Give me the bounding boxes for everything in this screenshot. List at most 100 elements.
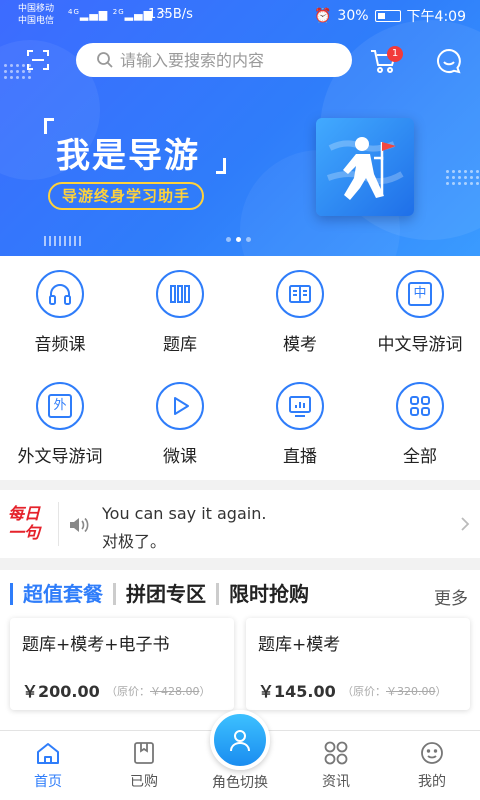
original-price-value: ￥320.00 — [386, 685, 436, 698]
pager-dot — [246, 237, 251, 242]
tab-flash-sale[interactable]: 限时抢购 — [216, 583, 319, 605]
status-time: 下午4:09 — [406, 9, 466, 25]
search-icon — [97, 52, 113, 68]
category-label: 直播 — [283, 447, 317, 467]
original-price-value: ￥428.00 — [150, 685, 200, 698]
category-mock-exam[interactable]: 模考 — [240, 256, 360, 368]
app-screen: 中国移动 中国电信 4G▂▄▆ 2G▂▄▆ ◠ 135B/s ⏰ 30% 下午4… — [0, 0, 480, 800]
home-icon — [37, 743, 59, 764]
network-type-2: 2G — [112, 8, 125, 16]
message-icon[interactable] — [436, 48, 462, 74]
nav-news[interactable]: 资讯 — [288, 741, 384, 791]
title-bracket — [216, 158, 226, 174]
top-bar: 1 — [0, 40, 480, 80]
search-input[interactable] — [120, 50, 340, 70]
daily-logo-line-1: 每日 — [8, 504, 41, 523]
banner-subtitle: 导游终身学习助手 — [48, 182, 205, 210]
category-live[interactable]: 直播 — [240, 368, 360, 480]
daily-sentence-chinese: 对极了。 — [102, 532, 167, 551]
package-title: 题库+模考 — [258, 635, 341, 655]
package-price: ￥200.00 — [22, 682, 100, 701]
carrier-1: 中国移动 — [18, 4, 55, 14]
package-card[interactable]: 题库+模考+电子书 ￥200.00 （原价：￥428.00） — [10, 618, 234, 710]
tab-value-package[interactable]: 超值套餐 — [10, 583, 113, 605]
chinese-char-glyph: 中 — [408, 282, 432, 306]
nav-purchased[interactable]: 已购 — [96, 741, 192, 791]
category-question-bank[interactable]: 题库 — [120, 256, 240, 368]
open-book-icon — [276, 270, 324, 318]
speaker-icon[interactable] — [68, 516, 90, 534]
category-all[interactable]: 全部 — [360, 368, 480, 480]
role-switch-label[interactable]: 角色切换 — [200, 772, 280, 792]
category-foreign-guide[interactable]: 外 外文导游词 — [0, 368, 120, 480]
category-label: 全部 — [403, 447, 437, 467]
package-original-price: （原价：￥428.00） — [106, 683, 211, 699]
pager-dot — [226, 237, 231, 242]
package-title: 题库+模考+电子书 — [22, 635, 170, 655]
promo-tabs: 超值套餐 拼团专区 限时抢购 — [10, 582, 319, 606]
alarm-icon: ⏰ — [313, 8, 332, 24]
banner-title: 我是导游 — [56, 136, 200, 176]
foreign-char-icon: 外 — [36, 382, 84, 430]
search-bar[interactable] — [76, 43, 352, 77]
hero-banner[interactable]: 中国移动 中国电信 4G▂▄▆ 2G▂▄▆ ◠ 135B/s ⏰ 30% 下午4… — [0, 0, 480, 256]
package-original-price: （原价：￥320.00） — [342, 683, 447, 699]
category-label: 微课 — [163, 447, 197, 467]
daily-sentence-english: You can say it again. — [102, 504, 267, 523]
nav-label: 首页 — [34, 774, 62, 790]
battery-percent: 30% — [337, 8, 369, 24]
category-label: 模考 — [283, 335, 317, 355]
carrier-2: 中国电信 — [18, 16, 55, 26]
pager-dot-active — [236, 237, 241, 242]
decor-stripes — [44, 236, 84, 246]
daily-sentence-logo: 每日 一句 — [8, 504, 52, 544]
news-icon — [324, 741, 348, 765]
daily-sentence-card[interactable]: 每日 一句 You can say it again. 对极了。 — [0, 490, 480, 558]
play-icon — [156, 382, 204, 430]
nav-home[interactable]: 首页 — [0, 741, 96, 791]
person-icon — [230, 730, 250, 752]
category-label: 外文导游词 — [17, 447, 103, 467]
more-link[interactable]: 更多 — [434, 584, 468, 609]
category-label: 音频课 — [34, 335, 86, 355]
chevron-right-icon — [461, 517, 470, 531]
carrier-info: 中国移动 中国电信 — [18, 3, 54, 27]
status-bar: 中国移动 中国电信 4G▂▄▆ 2G▂▄▆ ◠ 135B/s ⏰ 30% 下午4… — [0, 0, 480, 32]
walking-guide-icon — [326, 137, 404, 200]
package-card[interactable]: 题库+模考 ￥145.00 （原价：￥320.00） — [246, 618, 470, 710]
decor-dots — [446, 170, 479, 185]
role-switch-button[interactable] — [210, 710, 270, 770]
category-label: 中文导游词 — [377, 335, 463, 355]
nav-profile[interactable]: 我的 — [384, 741, 480, 791]
status-right: ⏰ 30% 下午4:09 — [314, 6, 466, 26]
original-price-label: （原价： — [342, 685, 386, 698]
category-audio-course[interactable]: 音频课 — [0, 256, 120, 368]
foreign-char-glyph: 外 — [48, 394, 72, 418]
banner-pager — [226, 237, 251, 242]
grid-icon — [396, 382, 444, 430]
category-grid: 音频课 题库 模考 中 中文导游词 外 外文导游词 微课 直播 全部 — [0, 256, 480, 480]
category-micro-course[interactable]: 微课 — [120, 368, 240, 480]
battery-icon — [374, 10, 401, 22]
divider — [58, 502, 59, 546]
chinese-char-icon: 中 — [396, 270, 444, 318]
category-label: 题库 — [163, 335, 197, 355]
nav-label: 我的 — [418, 774, 446, 790]
promo-section: 超值套餐 拼团专区 限时抢购 更多 题库+模考+电子书 ￥200.00 （原价：… — [0, 570, 480, 730]
original-price-close: ） — [199, 685, 211, 698]
daily-logo-line-2: 一句 — [8, 523, 41, 542]
package-price: ￥145.00 — [258, 682, 336, 701]
live-screen-icon — [276, 382, 324, 430]
title-bracket — [44, 118, 54, 134]
nav-label: 资讯 — [322, 774, 350, 790]
tab-group-buy[interactable]: 拼团专区 — [113, 583, 216, 605]
original-price-label: （原价： — [106, 685, 150, 698]
nav-label: 已购 — [130, 774, 158, 790]
cart-badge: 1 — [387, 46, 403, 62]
scan-icon[interactable] — [26, 48, 50, 72]
category-chinese-guide[interactable]: 中 中文导游词 — [360, 256, 480, 368]
tour-guide-logo — [316, 118, 414, 216]
books-icon — [156, 270, 204, 318]
network-speed: 135B/s — [148, 7, 193, 22]
network-type-1: 4G — [68, 8, 80, 16]
